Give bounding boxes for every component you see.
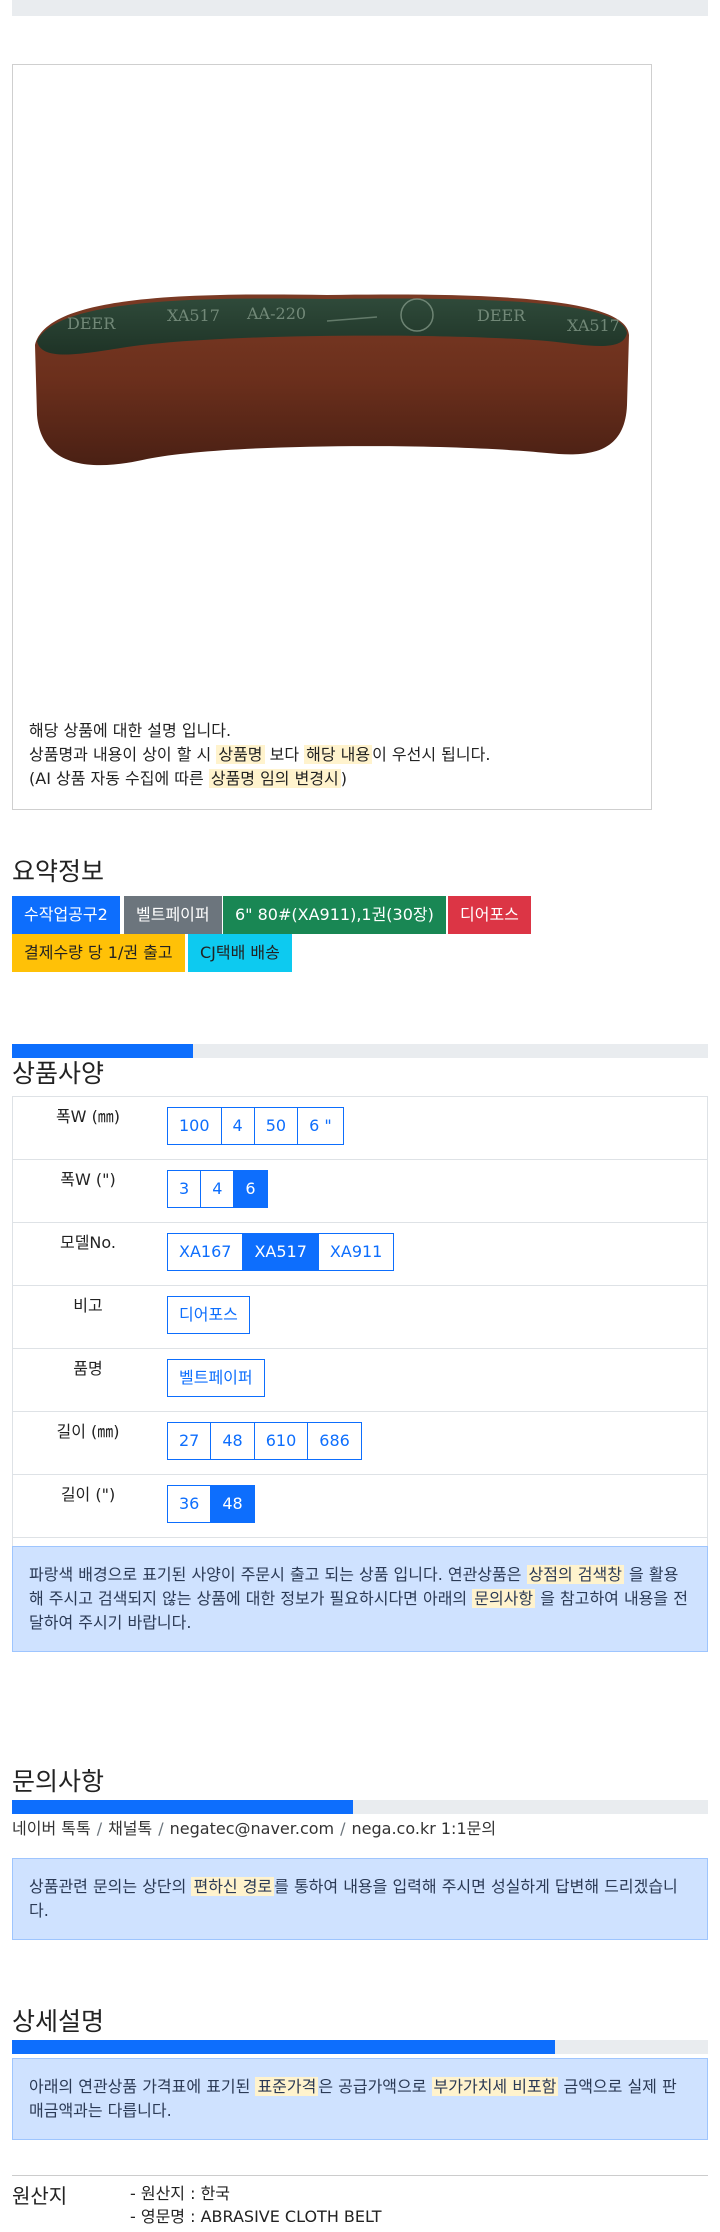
spec-option-button[interactable]: 3: [167, 1170, 202, 1208]
badge-category: 수작업공구2: [12, 896, 120, 934]
inquiry-title: 문의사항: [12, 1767, 105, 1796]
highlight-inquiry: 문의사항: [472, 1589, 536, 1608]
badge-type: 벨트페이퍼: [124, 896, 222, 934]
spec-option-button[interactable]: XA167: [167, 1233, 244, 1271]
badge-quantity: 결제수량 당 1/권 출고: [12, 934, 185, 972]
spec-title: 상품사양: [12, 1059, 105, 1088]
detail-progress-fill: [12, 2040, 555, 2054]
summary-title: 요약정보: [12, 857, 105, 886]
crumb-separator: /: [96, 1819, 103, 1838]
spec-options: 27 48 610 686: [167, 1412, 707, 1474]
spec-option-button[interactable]: XA517: [242, 1233, 319, 1271]
spec-option-button[interactable]: XA911: [317, 1233, 395, 1271]
detail-notice: 아래의 연관상품 가격표에 표기된 표준가격 은 공급가액으로 부가가치세 비포함…: [12, 2058, 708, 2140]
crumb-separator: /: [340, 1819, 346, 1838]
belt-print-code: XA517: [167, 306, 220, 325]
highlight-content: 해당 내용: [304, 745, 373, 764]
spec-option-button[interactable]: 디어포스: [167, 1296, 250, 1334]
contact-email[interactable]: negatec@naver.com: [170, 1819, 334, 1838]
highlight-vat-excluded: 부가가치세 비포함: [431, 2077, 559, 2096]
desc-line-1: 해당 상품에 대한 설명 입니다.: [29, 721, 232, 740]
highlight-preferred-route: 편하신 경로: [191, 1877, 275, 1896]
origin-title: 원산지: [12, 2184, 68, 2208]
spec-options: 디어포스: [167, 1286, 707, 1348]
spec-options: 36 48: [167, 1475, 707, 1537]
spec-option-button[interactable]: 610: [253, 1422, 309, 1460]
spec-label: 폭W ("): [60, 1170, 116, 1189]
belt-print-brand-2: DEER: [477, 306, 526, 325]
top-scroll-bar: [12, 0, 708, 16]
highlight-standard-price: 표준가격: [255, 2077, 319, 2096]
spec-option-button[interactable]: 100: [167, 1107, 222, 1145]
origin-divider: [12, 2175, 708, 2176]
spec-row-product-name: 품명 벨트페이퍼: [13, 1348, 707, 1411]
spec-label: 길이 ("): [60, 1485, 116, 1504]
spec-options: XA167 XA517 XA911: [167, 1223, 707, 1285]
spec-options: 100 4 50 6 ": [167, 1097, 707, 1159]
page: DEER XA517 AA-220 DEER XA517 해당 상품에 대한 설…: [0, 0, 720, 2232]
spec-option-button[interactable]: 4: [220, 1107, 255, 1145]
spec-option-button[interactable]: 48: [210, 1422, 255, 1460]
spec-label: 비고: [73, 1296, 103, 1315]
spec-label: 모델No.: [59, 1233, 116, 1252]
contact-channel-talk[interactable]: 채널톡: [108, 1819, 152, 1838]
spec-options: 346: [167, 1160, 707, 1222]
spec-label: 길이 (㎜): [56, 1422, 120, 1441]
badge-shipping: CJ택배 배송: [188, 934, 292, 972]
belt-print-brand: DEER: [67, 314, 116, 333]
belt-print-grit: AA-220: [246, 304, 306, 323]
spec-option-button[interactable]: 686: [307, 1422, 362, 1460]
spec-option-button[interactable]: 6: [233, 1170, 268, 1208]
spec-option-button[interactable]: 36: [167, 1485, 212, 1523]
badge-brand: 디어포스: [448, 896, 531, 934]
origin-list: - 원산지 : 한국 - 영문명 : ABRASIVE CLOTH BELT: [130, 2182, 382, 2228]
spec-option-button[interactable]: 4: [200, 1170, 235, 1208]
crumb-separator: /: [158, 1819, 164, 1838]
contact-naver-talk[interactable]: 네이버 톡톡: [12, 1819, 91, 1838]
desc-line-3: (AI 상품 자동 수집에 따른 상품명 임의 변경시): [29, 769, 348, 788]
spec-row-length-mm: 길이 (㎜) 27 48 610 686: [13, 1411, 707, 1474]
spec-label: 품명: [73, 1359, 103, 1378]
spec-label: 폭W (㎜): [55, 1107, 121, 1126]
highlight-store-search: 상점의 검색창: [526, 1565, 624, 1584]
spec-row-remark: 비고 디어포스: [13, 1285, 707, 1348]
detail-title: 상세설명: [12, 2007, 105, 2036]
spec-option-button[interactable]: 6 ": [297, 1107, 344, 1145]
product-description: 해당 상품에 대한 설명 입니다. 상품명과 내용이 상이 할 시 상품명 보다…: [29, 719, 490, 791]
origin-english-name: - 영문명 : ABRASIVE CLOTH BELT: [130, 2207, 382, 2226]
belt-print-code-2: XA517: [567, 316, 620, 335]
inquiry-progress-bar: [12, 1800, 708, 1814]
spec-options: 벨트페이퍼: [167, 1349, 707, 1411]
spec-option-button[interactable]: 벨트페이퍼: [167, 1359, 265, 1397]
highlight-product-name: 상품명: [216, 745, 265, 764]
spec-row-model-no: 모델No. XA167 XA517 XA911: [13, 1222, 707, 1285]
desc-line-2: 상품명과 내용이 상이 할 시 상품명 보다 해당 내용 이 우선시 됩니다.: [29, 745, 491, 764]
spec-option-button[interactable]: 50: [253, 1107, 299, 1145]
spec-row-width-inch: 폭W (") 3 4 6: [13, 1159, 707, 1222]
spec-row-width-mm: 폭W (㎜) 100 4 50 6 ": [13, 1096, 707, 1159]
spec-row-length-inch: 길이 (") 36 48: [13, 1474, 707, 1537]
badge-spec: 6" 80#(XA911),1권(30장): [223, 896, 446, 934]
highlight-name-change: 상품명 임의 변경시: [208, 769, 341, 788]
spec-option-button[interactable]: 27: [167, 1422, 212, 1460]
product-image-card: DEER XA517 AA-220 DEER XA517 해당 상품에 대한 설…: [12, 64, 652, 810]
spec-notice: 파랑색 배경으로 표기된 사양이 주문시 출고 되는 상품 입니다. 연관상품은…: [12, 1546, 708, 1652]
inquiry-progress-fill: [12, 1800, 354, 1814]
spec-progress-bar: [12, 1044, 708, 1058]
detail-progress-bar: [12, 2040, 708, 2054]
product-image-sanding-belt: DEER XA517 AA-220 DEER XA517: [35, 294, 629, 466]
spec-option-button[interactable]: 48: [210, 1485, 255, 1523]
origin-country: - 원산지 : 한국: [130, 2184, 231, 2203]
contact-site-inquiry[interactable]: nega.co.kr 1:1문의: [352, 1819, 497, 1838]
contact-channels: 네이버 톡톡 / 채널톡 / negatec@naver.com / nega.co.kr …: [12, 1815, 496, 1839]
inquiry-notice: 상품관련 문의는 상단의 편하신 경로 를 통하여 내용을 입력해 주시면 성실하…: [12, 1858, 708, 1940]
